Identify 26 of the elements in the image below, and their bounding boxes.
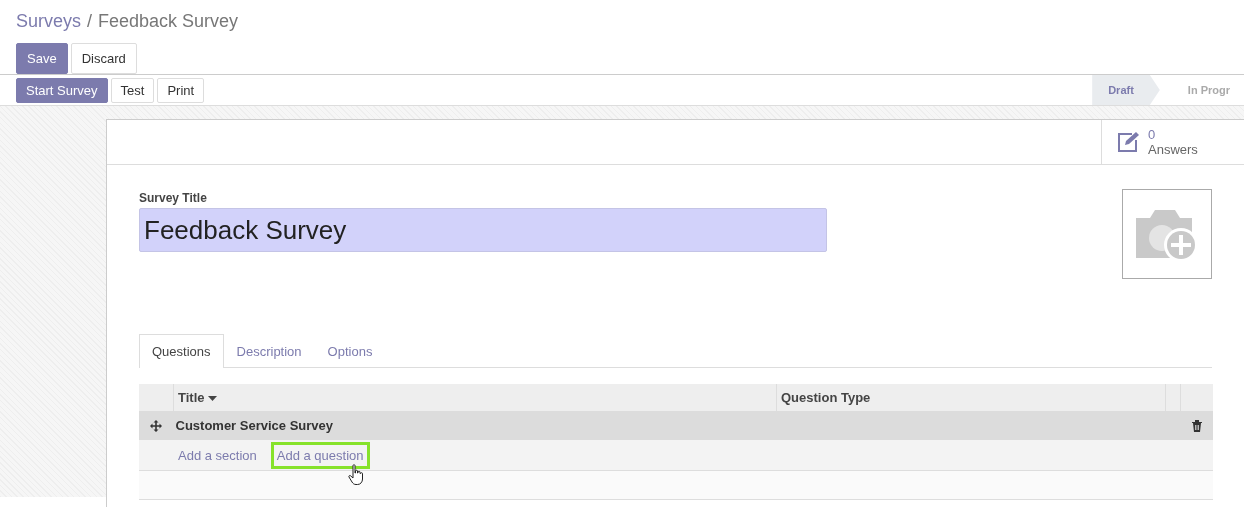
tab[interactable]: Options (314, 334, 386, 368)
sort-caret-icon (207, 396, 217, 402)
button[interactable]: Save (16, 43, 68, 74)
add-link[interactable]: Add a section (172, 441, 263, 469)
status-stage[interactable]: Draft (1092, 75, 1160, 105)
button[interactable]: Test (110, 77, 155, 103)
trash-icon[interactable] (1191, 419, 1202, 432)
button[interactable]: Discard (70, 43, 137, 74)
breadcrumb-current: Feedback Survey (98, 10, 239, 33)
drag-handle-icon[interactable] (150, 419, 163, 432)
breadcrumb-separator: / (87, 10, 93, 33)
edit-icon (1116, 131, 1140, 153)
tab[interactable]: Questions (139, 334, 224, 368)
section-title: Customer Service Survey (173, 411, 777, 440)
answers-count: 0 (1148, 127, 1157, 142)
tab[interactable]: Description (223, 334, 315, 368)
answers-label: Answers (1148, 142, 1198, 157)
button[interactable]: Print (157, 77, 205, 103)
title-field[interactable]: Feedback Survey (139, 208, 827, 252)
column-header[interactable]: Title (173, 384, 777, 411)
button[interactable]: Start Survey (16, 77, 108, 103)
status-stage[interactable]: In Progr (1159, 75, 1244, 105)
add-link[interactable]: Add a question (270, 441, 370, 469)
column-header[interactable]: Question Type (776, 384, 1166, 411)
field-label: Survey Title (139, 191, 208, 205)
breadcrumb-link[interactable]: Surveys (16, 9, 82, 33)
